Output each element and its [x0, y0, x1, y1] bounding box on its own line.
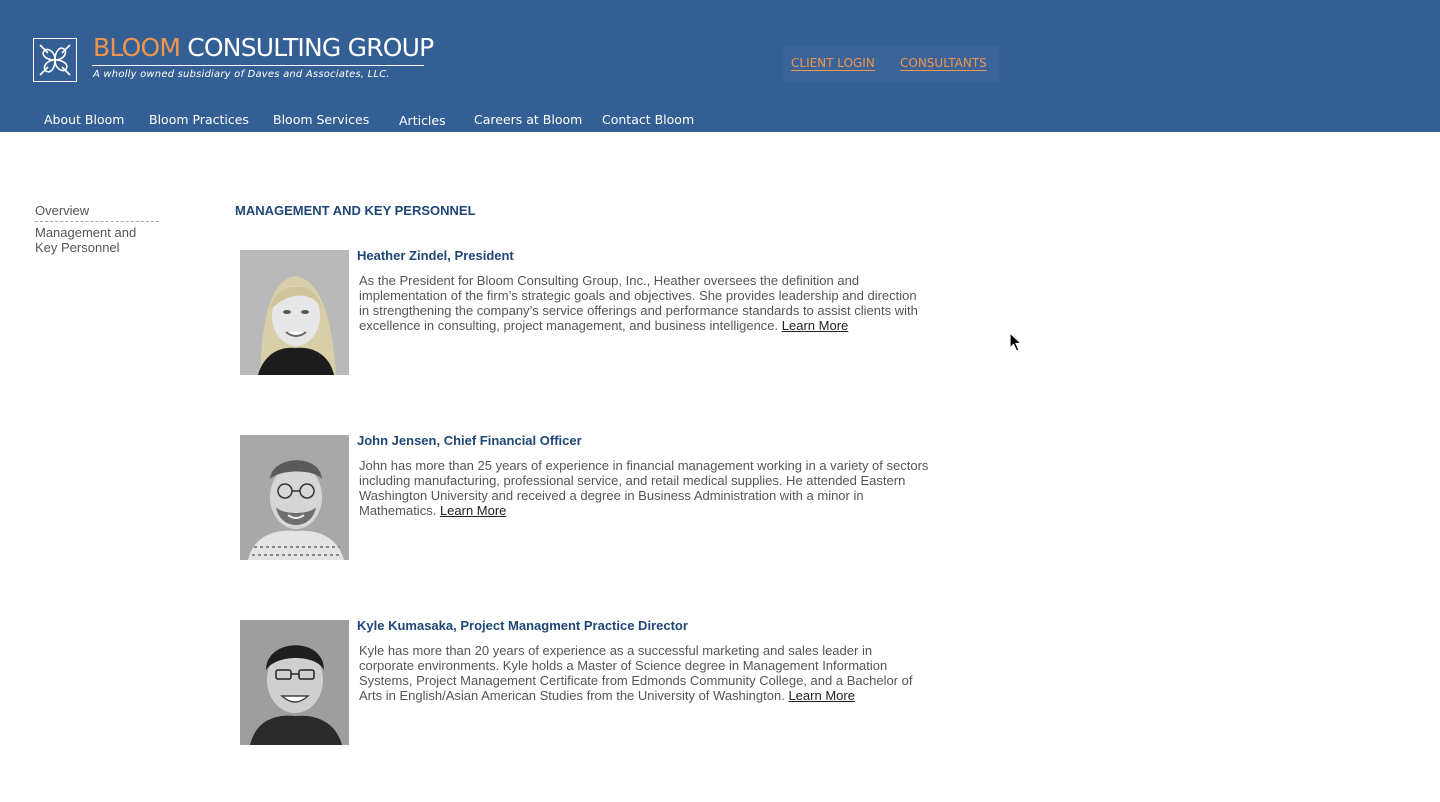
page-title: MANAGEMENT AND KEY PERSONNEL [235, 203, 476, 218]
person-card: Heather Zindel, President As the Preside… [240, 248, 940, 376]
person-photo [240, 250, 349, 375]
person-name: John Jensen, Chief Financial Officer [357, 433, 582, 448]
nav-about-bloom[interactable]: About Bloom [44, 112, 124, 127]
brand-rest: CONSULTING GROUP [180, 33, 434, 62]
learn-more-link[interactable]: Learn More [440, 503, 506, 518]
nav-careers-at-bloom[interactable]: Careers at Bloom [474, 112, 582, 127]
site-header: BLOOM CONSULTING GROUP A wholly owned su… [0, 0, 1440, 132]
sidebar-item-management[interactable]: Management and Key Personnel [35, 225, 145, 255]
consultants-link[interactable]: CONSULTANTS [900, 56, 987, 70]
nav-contact-bloom[interactable]: Contact Bloom [602, 112, 694, 127]
person-card: Kyle Kumasaka, Project Managment Practic… [240, 618, 940, 746]
tagline: A wholly owned subsidiary of Daves and A… [93, 69, 390, 80]
person-card: John Jensen, Chief Financial Officer Joh… [240, 433, 940, 561]
nav-bloom-practices[interactable]: Bloom Practices [149, 112, 249, 127]
person-name: Heather Zindel, President [357, 248, 514, 263]
client-login-link[interactable]: CLIENT LOGIN [791, 56, 875, 70]
nav-articles[interactable]: Articles [399, 113, 446, 128]
account-links: CLIENT LOGIN CONSULTANTS [783, 46, 999, 82]
nav-bloom-services[interactable]: Bloom Services [273, 112, 369, 127]
person-photo [240, 620, 349, 745]
person-bio: John has more than 25 years of experienc… [359, 458, 929, 518]
mouse-cursor-icon [1009, 331, 1023, 357]
sidebar-item-overview[interactable]: Overview [35, 203, 89, 218]
person-bio: Kyle has more than 20 years of experienc… [359, 643, 929, 703]
sidebar-divider [35, 221, 159, 222]
brand-underline [92, 65, 424, 66]
learn-more-link[interactable]: Learn More [782, 318, 848, 333]
brand-bloom: BLOOM [93, 33, 181, 62]
person-bio: As the President for Bloom Consulting Gr… [359, 273, 929, 333]
person-name: Kyle Kumasaka, Project Managment Practic… [357, 618, 688, 633]
brand-name[interactable]: BLOOM CONSULTING GROUP [93, 32, 434, 64]
person-photo [240, 435, 349, 560]
logo-icon[interactable] [33, 38, 77, 82]
learn-more-link[interactable]: Learn More [788, 688, 854, 703]
